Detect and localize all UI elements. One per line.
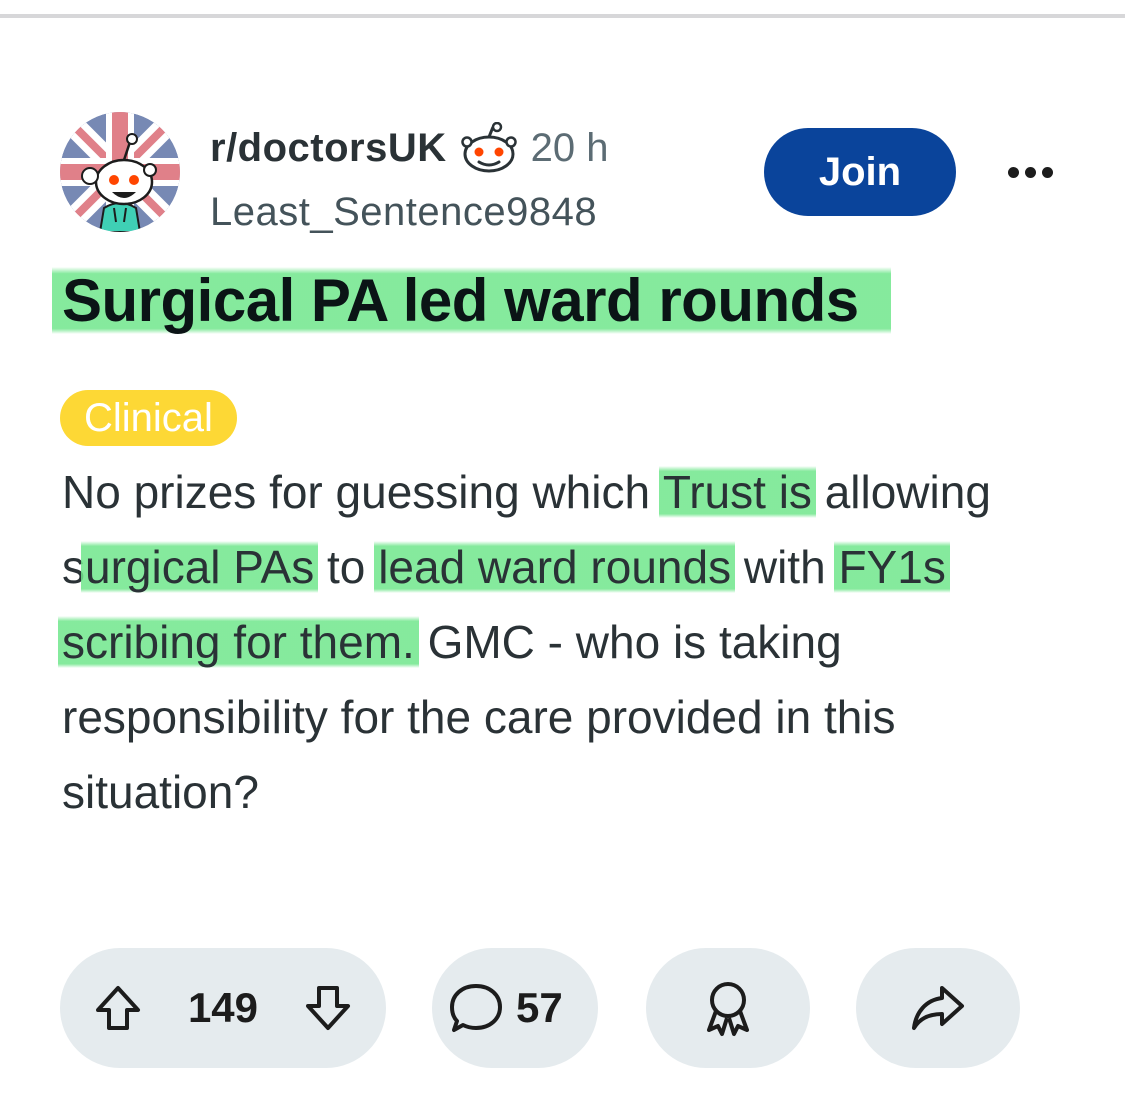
downvote-arrow-icon[interactable] bbox=[302, 982, 354, 1034]
vote-control: 149 bbox=[60, 948, 386, 1068]
dot bbox=[1041, 166, 1053, 178]
highlighted-segment: Trust is bbox=[658, 466, 816, 518]
post-title-text: Surgical PA led ward rounds bbox=[52, 267, 891, 334]
post-title[interactable]: Surgical PA led ward rounds bbox=[52, 262, 1062, 340]
post-flair-badge[interactable]: Clinical bbox=[60, 390, 237, 446]
join-button[interactable]: Join bbox=[764, 128, 956, 216]
comment-bubble-icon bbox=[448, 981, 504, 1035]
author-username[interactable]: Least_Sentence9848 bbox=[210, 190, 690, 235]
subreddit-avatar[interactable] bbox=[60, 112, 180, 232]
comment-count: 57 bbox=[516, 984, 563, 1031]
body-segment: with bbox=[731, 541, 839, 593]
dot bbox=[1007, 166, 1019, 178]
share-button[interactable] bbox=[856, 948, 1020, 1068]
vote-count: 149 bbox=[187, 984, 259, 1031]
award-icon bbox=[700, 978, 756, 1038]
post-actions-bar: 149 57 bbox=[60, 948, 1060, 1068]
union-jack-snoo-avatar-icon bbox=[60, 112, 180, 232]
post-meta: r/doctorsUK 20 h Least_Sentence9848 bbox=[210, 120, 690, 235]
snoo-head-icon bbox=[460, 121, 517, 174]
comments-button[interactable]: 57 bbox=[432, 948, 598, 1068]
upvote-arrow-icon[interactable] bbox=[92, 982, 144, 1034]
body-segment: No prizes for guessing which bbox=[62, 466, 663, 518]
post-header: r/doctorsUK 20 h Least_Sentence9848 Join bbox=[60, 112, 1070, 235]
highlighted-segment: urgical PAs bbox=[81, 541, 319, 593]
highlighted-segment: lead ward rounds bbox=[374, 541, 736, 593]
top-divider bbox=[0, 14, 1125, 18]
award-button[interactable] bbox=[646, 948, 810, 1068]
subreddit-row: r/doctorsUK 20 h bbox=[210, 120, 690, 176]
dot bbox=[1024, 166, 1036, 178]
post-body: No prizes for guessing which Trust is al… bbox=[58, 455, 1042, 830]
share-arrow-icon bbox=[908, 982, 968, 1034]
post-age: 20 h bbox=[530, 125, 609, 170]
subreddit-name[interactable]: r/doctorsUK bbox=[210, 126, 447, 171]
ellipsis-icon[interactable] bbox=[1000, 152, 1060, 192]
body-segment: to bbox=[314, 541, 379, 593]
